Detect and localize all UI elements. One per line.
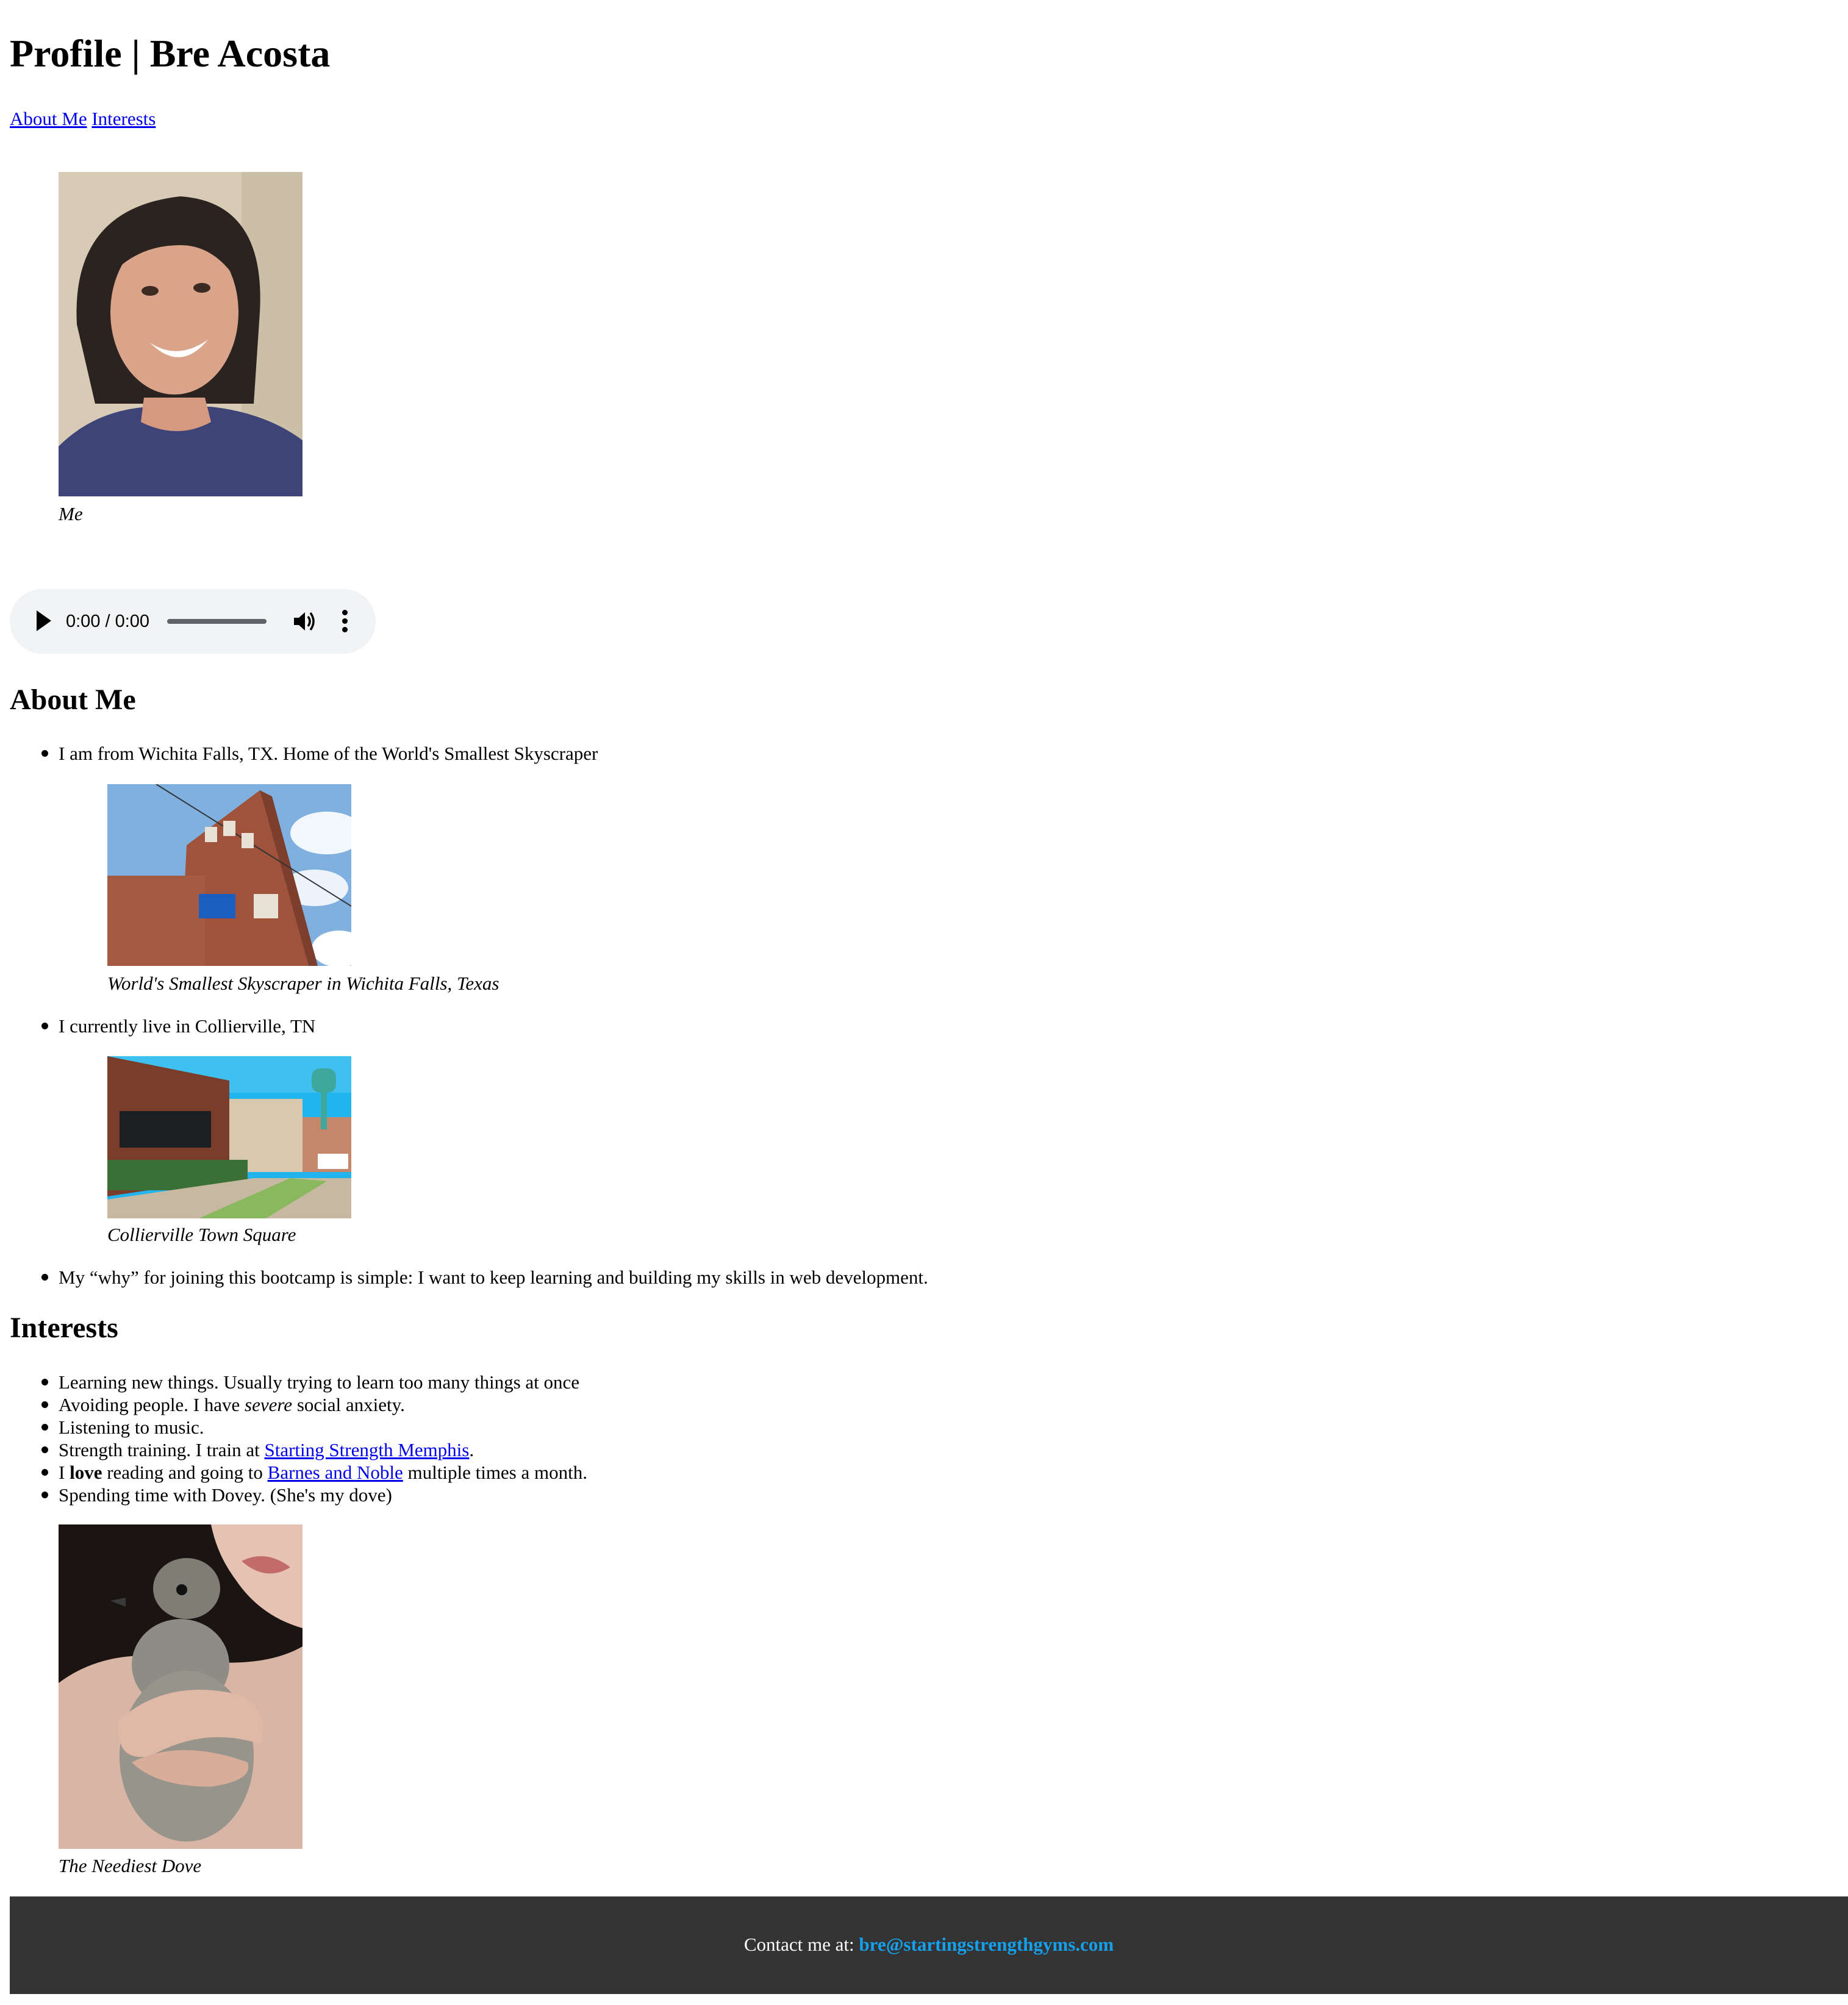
nav-bar: About Me Interests (10, 107, 156, 130)
bullet (41, 1379, 48, 1385)
interests-heading: Interests (10, 1312, 118, 1344)
bullet (41, 1424, 48, 1431)
bullet (41, 1274, 48, 1281)
skyscraper-caption: World's Smallest Skyscraper in Wichita F… (107, 973, 500, 994)
audio-time: 0:00 / 0:00 (66, 612, 150, 631)
town-square-caption: Collierville Town Square (107, 1224, 296, 1245)
audio-player[interactable]: 0:00 / 0:00 (10, 589, 376, 654)
interest-item-dovey: Spending time with Dovey. (She's my dove… (59, 1484, 392, 1506)
about-item-residence: I currently live in Collierville, TN (59, 1015, 316, 1037)
email-link[interactable]: bre@startingstrengthgyms.com (859, 1934, 1114, 1955)
bullet (41, 1446, 48, 1453)
bullet (41, 1401, 48, 1408)
about-heading: About Me (10, 684, 136, 716)
interest-item-strength: Strength training. I train at Starting S… (59, 1439, 475, 1460)
profile-photo (59, 172, 303, 496)
link-starting-strength-memphis[interactable]: Starting Strength Memphis (264, 1439, 469, 1460)
audio-progress-track[interactable] (167, 619, 267, 624)
nav-link-about[interactable]: About Me (10, 108, 87, 129)
interest-item-learning: Learning new things. Usually trying to l… (59, 1371, 580, 1393)
strong-love: love (70, 1462, 102, 1483)
about-item-why: My “why” for joining this bootcamp is si… (59, 1267, 928, 1288)
bullet (41, 1469, 48, 1476)
bullet (41, 1492, 48, 1498)
dove-caption: The Neediest Dove (59, 1855, 202, 1876)
bullet (41, 1023, 48, 1029)
play-icon[interactable] (37, 610, 51, 631)
bullet (41, 750, 48, 757)
interest-item-music: Listening to music. (59, 1417, 204, 1438)
profile-caption: Me (59, 503, 83, 524)
page-title: Profile | Bre Acosta (10, 32, 331, 75)
interest-item-reading: I love reading and going to Barnes and N… (59, 1462, 587, 1483)
interest-item-avoiding: Avoiding people. I have severe social an… (59, 1394, 405, 1415)
footer: Contact me at: bre@startingstrengthgyms.… (10, 1896, 1848, 1994)
contact-line: Contact me at: bre@startingstrengthgyms.… (10, 1933, 1848, 1956)
link-barnes-and-noble[interactable]: Barnes and Noble (268, 1462, 403, 1483)
about-item-hometown: I am from Wichita Falls, TX. Home of the… (59, 743, 598, 764)
contact-label: Contact me at: (743, 1934, 859, 1955)
town-square-photo (107, 1056, 351, 1218)
more-options-icon[interactable] (342, 610, 348, 633)
emphasis-severe: severe (245, 1394, 293, 1415)
volume-icon[interactable] (293, 610, 317, 632)
dove-photo (59, 1524, 303, 1849)
skyscraper-photo (107, 784, 351, 966)
nav-link-interests[interactable]: Interests (91, 108, 156, 129)
